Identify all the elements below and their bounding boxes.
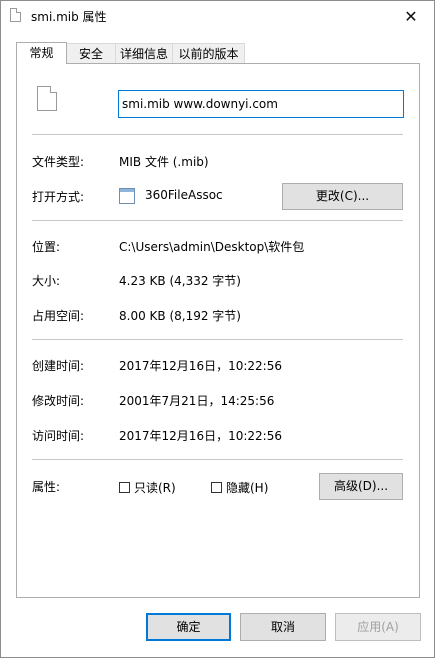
title-bar[interactable]: smi.mib 属性 ✕ — [1, 1, 434, 32]
size-on-disk-label: 占用空间: — [32, 309, 85, 323]
properties-window: smi.mib 属性 ✕ 常规 安全 详细信息 以前的版本 文件类型: MIB … — [0, 0, 435, 658]
size-value: 4.23 KB (4,332 字节) — [119, 274, 241, 288]
advanced-button[interactable]: 高级(D)... — [319, 473, 403, 500]
location-value: C:\Users\admin\Desktop\软件包 — [119, 240, 305, 254]
window-title: smi.mib 属性 — [31, 10, 107, 24]
divider — [32, 134, 403, 135]
modified-label: 修改时间: — [32, 394, 85, 408]
divider — [32, 339, 403, 340]
size-on-disk-value: 8.00 KB (8,192 字节) — [119, 309, 241, 323]
close-icon: ✕ — [404, 7, 418, 26]
file-type-label: 文件类型: — [32, 155, 85, 169]
modified-value: 2001年7月21日，14:25:56 — [119, 394, 275, 408]
readonly-checkbox[interactable]: 只读(R) — [119, 480, 176, 495]
attributes-label: 属性: — [32, 480, 61, 494]
divider — [32, 220, 403, 221]
checkbox-box[interactable] — [211, 481, 222, 493]
document-icon — [37, 86, 57, 111]
app-window-icon — [119, 188, 135, 204]
open-with-value: 360FileAssoc — [145, 188, 223, 202]
divider — [32, 459, 403, 460]
checkbox-box[interactable] — [119, 481, 130, 493]
tab-details[interactable]: 详细信息 — [115, 43, 173, 63]
apply-button[interactable]: 应用(A) — [335, 613, 421, 641]
accessed-label: 访问时间: — [32, 429, 85, 443]
tab-security[interactable]: 安全 — [66, 43, 116, 63]
created-label: 创建时间: — [32, 359, 85, 373]
file-name-input[interactable] — [118, 90, 404, 118]
change-button[interactable]: 更改(C)... — [282, 183, 403, 210]
general-panel — [16, 63, 420, 598]
location-label: 位置: — [32, 240, 61, 254]
hidden-label: 隐藏(H) — [226, 480, 269, 495]
readonly-label: 只读(R) — [134, 480, 176, 495]
cancel-button[interactable]: 取消 — [240, 613, 326, 641]
tab-general[interactable]: 常规 — [16, 42, 67, 64]
file-type-value: MIB 文件 (.mib) — [119, 155, 209, 169]
close-button[interactable]: ✕ — [388, 1, 434, 32]
open-with-label: 打开方式: — [32, 190, 85, 204]
document-icon — [10, 8, 21, 22]
size-label: 大小: — [32, 274, 61, 288]
hidden-checkbox[interactable]: 隐藏(H) — [211, 480, 269, 495]
ok-button[interactable]: 确定 — [146, 613, 231, 641]
created-value: 2017年12月16日，10:22:56 — [119, 359, 282, 373]
accessed-value: 2017年12月16日，10:22:56 — [119, 429, 282, 443]
tab-previous-versions[interactable]: 以前的版本 — [172, 43, 245, 63]
